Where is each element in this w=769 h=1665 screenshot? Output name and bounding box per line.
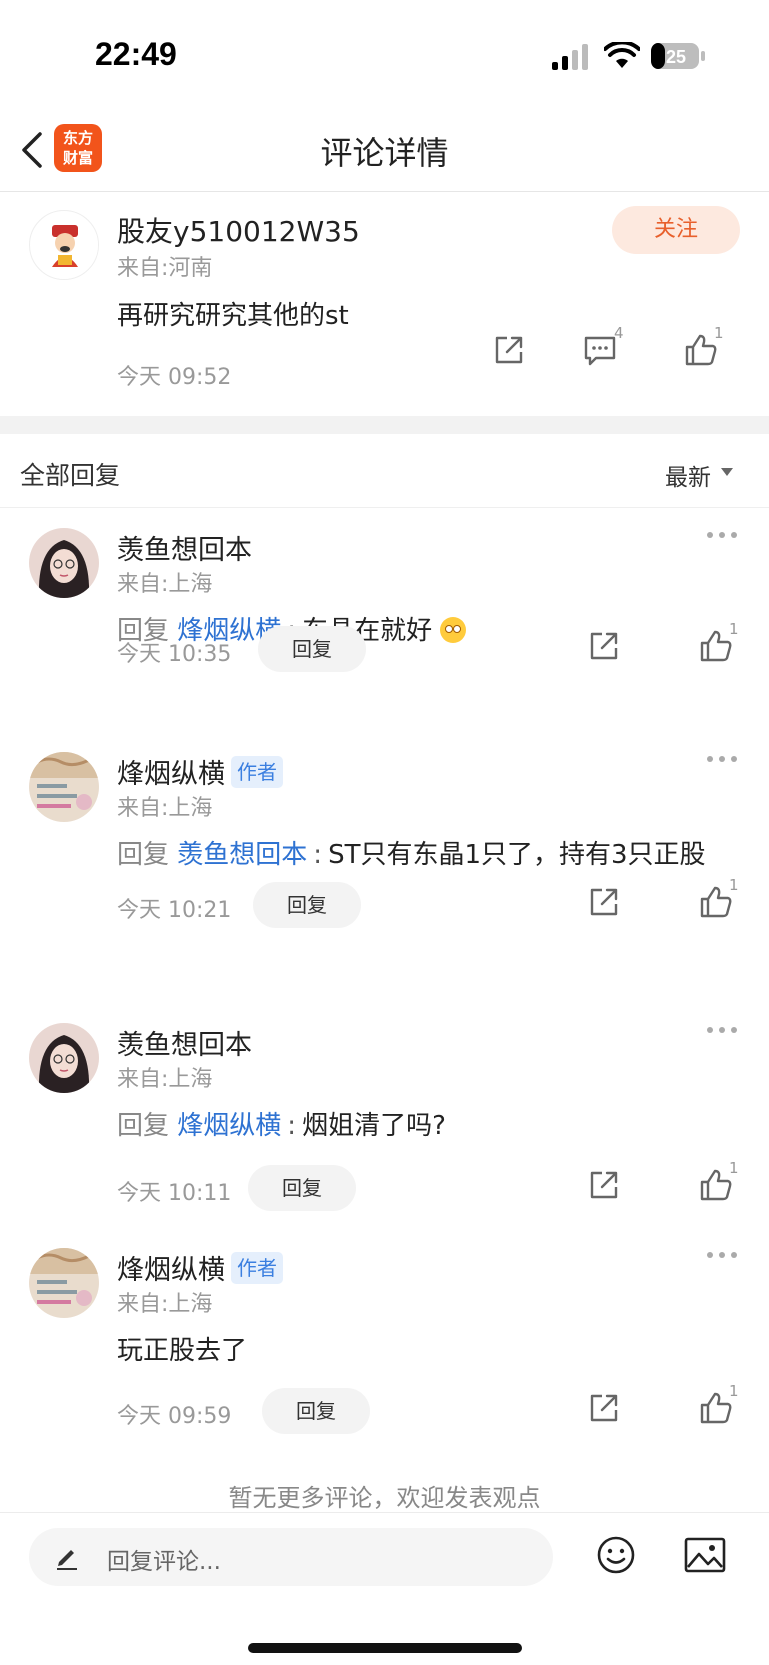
comment-author[interactable]: 股友y510012W35 <box>117 210 360 250</box>
reply-text: 回复 羡鱼想回本: ST只有东晶1只了，持有3只正股 <box>117 830 747 880</box>
more-icon[interactable] <box>706 1250 738 1260</box>
reply-colon: : <box>313 840 323 870</box>
battery-level: 25 <box>666 47 686 67</box>
avatar[interactable] <box>29 1248 99 1318</box>
reply-input-placeholder: 回复评论... <box>107 1549 221 1575</box>
sort-dropdown[interactable]: 最新 <box>665 458 711 492</box>
reply-item: 羡鱼想回本 来自:上海 回复 烽烟纵横: 烟姐清了吗? 今天 10:11 回复 1 <box>0 1003 769 1225</box>
emoji-icon[interactable] <box>596 1535 636 1575</box>
reply-button[interactable]: 回复 <box>248 1165 356 1211</box>
avatar[interactable] <box>29 528 99 598</box>
nav-bar: 东方 财富 评论详情 <box>0 110 769 192</box>
fortune-god-avatar-icon <box>31 212 98 279</box>
page-title: 评论详情 <box>320 134 449 172</box>
reply-button[interactable]: 回复 <box>258 626 366 672</box>
comment-count: 4 <box>614 324 624 342</box>
replies-title: 全部回复 <box>20 461 121 490</box>
more-icon[interactable] <box>706 530 738 540</box>
main-comment: 股友y510012W35 来自:河南 关注 再研究研究其他的st 今天 09:5… <box>0 192 769 416</box>
reply-time: 今天 10:21 <box>117 898 232 923</box>
reply-item: 烽烟纵横 作者 来自:上海 回复 羡鱼想回本: ST只有东晶1只了，持有3只正股 今… <box>0 732 769 1002</box>
replies-header: 全部回复 最新 <box>0 434 769 508</box>
reply-content: ST只有东晶1只了，持有3只正股 <box>328 840 706 870</box>
more-icon[interactable] <box>706 754 738 764</box>
reply-author[interactable]: 烽烟纵横 作者 <box>117 752 283 791</box>
author-badge: 作者 <box>231 756 283 788</box>
comment-location: 来自:河南 <box>117 256 213 281</box>
reply-time: 今天 10:11 <box>117 1181 232 1206</box>
flushed-emoji-icon <box>440 617 467 643</box>
battery-icon: 25 <box>651 43 705 69</box>
avatar[interactable] <box>29 1023 99 1093</box>
reply-author-name[interactable]: 烽烟纵横 <box>117 1255 225 1286</box>
reply-time: 今天 10:35 <box>117 642 232 667</box>
reply-time: 今天 09:59 <box>117 1404 232 1429</box>
reply-button[interactable]: 回复 <box>262 1388 370 1434</box>
signal-icon <box>552 44 588 70</box>
reply-location: 来自:上海 <box>117 1292 213 1317</box>
share-icon[interactable] <box>586 1390 622 1426</box>
image-icon[interactable] <box>684 1537 726 1573</box>
comment-text: 再研究研究其他的st <box>117 301 349 331</box>
status-time: 22:49 <box>95 36 177 72</box>
avatar[interactable] <box>29 210 99 280</box>
reply-content: 玩正股去了 <box>117 1336 248 1366</box>
reply-text: 回复 烽烟纵横: 烟姐清了吗? <box>117 1101 747 1151</box>
reply-item: 羡鱼想回本 来自:上海 回复 烽烟纵横:东晶在就好 今天 10:35 回复 1 <box>0 508 769 723</box>
reply-author-name[interactable]: 烽烟纵横 <box>117 759 225 790</box>
reply-button[interactable]: 回复 <box>253 882 361 928</box>
reply-author[interactable]: 烽烟纵横 作者 <box>117 1248 283 1287</box>
reply-content: 烟姐清了吗? <box>302 1111 446 1141</box>
caret-down-icon[interactable] <box>721 468 733 476</box>
comment-time: 今天 09:52 <box>117 365 232 390</box>
like-count: 1 <box>714 324 724 342</box>
comment-icon[interactable] <box>582 332 618 368</box>
reply-mention-link[interactable]: 烽烟纵横 <box>177 1111 281 1141</box>
share-icon[interactable] <box>586 884 622 920</box>
reply-input[interactable]: 回复评论... <box>29 1528 553 1586</box>
reply-prefix: 回复 <box>117 1111 170 1141</box>
reply-location: 来自:上海 <box>117 572 213 597</box>
more-icon[interactable] <box>706 1025 738 1035</box>
pencil-icon <box>57 1550 77 1570</box>
wifi-icon <box>604 42 640 68</box>
avatar[interactable] <box>29 752 99 822</box>
reply-location: 来自:上海 <box>117 796 213 821</box>
reply-author[interactable]: 羡鱼想回本 <box>117 528 252 567</box>
follow-button[interactable]: 关注 <box>612 206 740 254</box>
reply-location: 来自:上海 <box>117 1067 213 1092</box>
like-count: 1 <box>729 620 739 638</box>
author-badge: 作者 <box>231 1252 283 1284</box>
reply-text: 玩正股去了 <box>117 1326 747 1376</box>
like-count: 1 <box>729 1159 739 1177</box>
vintage-avatar-icon <box>29 1248 99 1318</box>
reply-item: 烽烟纵横 作者 来自:上海 玩正股去了 今天 09:59 回复 1 <box>0 1228 769 1450</box>
like-count: 1 <box>729 876 739 894</box>
girl-avatar-icon <box>29 528 99 598</box>
share-icon[interactable] <box>586 628 622 664</box>
no-more-comments-text: 暂无更多评论，欢迎发表观点 <box>228 1484 541 1512</box>
reply-mention-link[interactable]: 羡鱼想回本 <box>177 840 307 870</box>
like-count: 1 <box>729 1382 739 1400</box>
share-icon[interactable] <box>586 1167 622 1203</box>
bottom-bar: 回复评论... <box>0 1512 769 1665</box>
reply-author[interactable]: 羡鱼想回本 <box>117 1023 252 1062</box>
girl-avatar-icon <box>29 1023 99 1093</box>
section-divider <box>0 416 769 434</box>
reply-prefix: 回复 <box>117 840 170 870</box>
share-icon[interactable] <box>491 332 527 368</box>
status-bar: 22:49 25 <box>0 0 769 100</box>
reply-colon: : <box>287 1111 297 1141</box>
home-indicator <box>248 1643 522 1653</box>
reply-author-name[interactable]: 羡鱼想回本 <box>117 1030 252 1061</box>
reply-author-name[interactable]: 羡鱼想回本 <box>117 535 252 566</box>
vintage-avatar-icon <box>29 752 99 822</box>
